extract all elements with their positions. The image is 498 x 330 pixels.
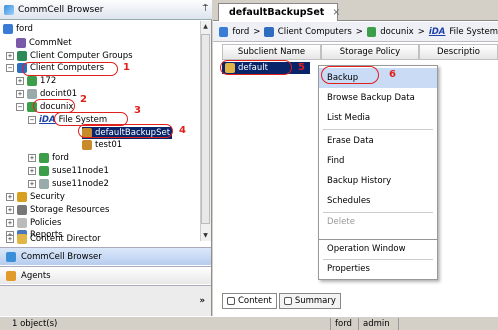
status-user: admin: [358, 318, 398, 330]
expand-icon[interactable]: +: [6, 193, 14, 201]
network-icon: [16, 38, 26, 48]
tab-default-backupset[interactable]: defaultBackupSet ×: [218, 3, 340, 21]
context-menu-lower: Operation Window Properties: [318, 240, 438, 280]
commcell-browser-header: CommCell Browser ⍑: [0, 0, 212, 20]
commserve-icon: [3, 24, 13, 34]
menu-item-backup-history[interactable]: Backup History: [319, 171, 437, 191]
menu-item-operation-window[interactable]: Operation Window: [319, 240, 437, 258]
client-icon: [39, 179, 49, 189]
more-chevron-icon[interactable]: »: [200, 296, 206, 306]
annotation-number-2: 2: [80, 94, 87, 105]
annotation-number-3: 3: [134, 105, 141, 116]
pin-icon[interactable]: ⍑: [203, 4, 208, 14]
folder-icon: [17, 234, 27, 244]
content-icon: [227, 297, 235, 305]
subclient-table-header: Subclient Name Storage Policy Descriptio: [213, 44, 498, 60]
menu-item-properties[interactable]: Properties: [319, 260, 437, 278]
menu-separator: [323, 129, 433, 130]
breadcrumb-docunix[interactable]: docunix: [380, 27, 413, 37]
expand-icon[interactable]: +: [6, 235, 14, 243]
annotation-circle-4: [78, 124, 173, 138]
annotation-number-1: 1: [123, 62, 130, 73]
status-object-count: 1 object(s): [12, 319, 58, 329]
tree-node-test01[interactable]: test01: [82, 139, 122, 151]
collapse-icon[interactable]: −: [6, 64, 14, 72]
menu-item-erase-data[interactable]: Erase Data: [319, 131, 437, 151]
menu-item-delete: Delete: [327, 217, 355, 227]
group-icon: [17, 51, 27, 61]
menu-item-browse-backup-data[interactable]: Browse Backup Data: [319, 88, 437, 108]
expand-icon[interactable]: +: [6, 206, 14, 214]
commcell-icon: [4, 4, 14, 15]
policies-icon: [17, 218, 27, 228]
expand-icon[interactable]: +: [6, 219, 14, 227]
breadcrumb-ford[interactable]: ford: [232, 27, 249, 37]
bottom-tabs: Content Summary: [222, 293, 342, 309]
collapse-icon[interactable]: −: [28, 116, 36, 124]
client-icon: [39, 153, 49, 163]
column-storage-policy[interactable]: Storage Policy: [321, 44, 419, 60]
expand-icon[interactable]: +: [28, 154, 36, 162]
client-icon: [39, 166, 49, 176]
expand-icon[interactable]: +: [28, 167, 36, 175]
client-icon: [366, 26, 377, 37]
security-icon: [17, 192, 27, 202]
tree-node-suse11node2[interactable]: + suse11node2: [28, 178, 109, 190]
tab-content[interactable]: Content: [222, 293, 277, 309]
storage-icon: [17, 205, 27, 215]
expand-icon[interactable]: +: [16, 77, 24, 85]
commserve-icon: [219, 26, 229, 37]
tree-node-policies[interactable]: + Policies: [6, 217, 61, 229]
commcell-icon: [6, 251, 16, 262]
nav-bar-more[interactable]: »: [0, 285, 211, 316]
menu-item-find[interactable]: Find: [319, 151, 437, 171]
tree-node-ford-client[interactable]: + ford: [28, 152, 69, 164]
annotation-circle-1: [22, 62, 118, 76]
tree-node-security[interactable]: + Security: [6, 191, 65, 203]
annotation-circle-5: [220, 60, 292, 75]
status-empty: [398, 318, 498, 330]
summary-icon: [283, 297, 292, 305]
computers-icon: [264, 26, 274, 37]
client-icon: [27, 76, 37, 86]
client-icon: [27, 89, 37, 99]
scroll-up-icon[interactable]: ▲: [200, 21, 211, 32]
scrollbar-thumb[interactable]: [201, 34, 210, 224]
tree-node-storage-resources[interactable]: + Storage Resources: [6, 204, 109, 216]
annotation-number-5: 5: [298, 62, 305, 73]
expand-icon[interactable]: +: [16, 90, 24, 98]
column-description[interactable]: Descriptio: [419, 44, 498, 60]
tree-node-suse11node1[interactable]: + suse11node1: [28, 165, 109, 177]
status-server: ford: [330, 318, 358, 330]
panel-title: CommCell Browser: [18, 4, 104, 15]
tree-node-172[interactable]: +172: [16, 75, 56, 87]
tab-summary[interactable]: Summary: [278, 293, 341, 309]
breadcrumb-client-computers[interactable]: Client Computers: [278, 27, 352, 37]
tree-node-commnet[interactable]: CommNet: [16, 37, 72, 49]
backupset-icon: [82, 140, 92, 150]
tree-node-ford[interactable]: ford: [3, 23, 33, 35]
tree-node-content-director[interactable]: + Content Director: [6, 233, 101, 245]
breadcrumb-file-system[interactable]: File System: [449, 27, 498, 37]
nav-bar-agents[interactable]: Agents: [0, 266, 211, 284]
scroll-down-icon[interactable]: ▼: [200, 230, 211, 241]
annotation-number-6: 6: [389, 69, 396, 80]
expand-icon[interactable]: +: [6, 52, 14, 60]
breadcrumb: ford > Client Computers > docunix > iDA …: [213, 22, 498, 42]
menu-item-list-media[interactable]: List Media: [319, 108, 437, 128]
annotation-number-4: 4: [179, 125, 186, 136]
annotation-circle-6: [321, 66, 379, 84]
agents-icon: [6, 270, 16, 281]
tree-node-client-groups[interactable]: + Client Computer Groups: [6, 50, 133, 62]
menu-item-schedules[interactable]: Schedules: [319, 191, 437, 211]
collapse-icon[interactable]: −: [16, 103, 24, 111]
annotation-circle-2: [33, 99, 75, 113]
nav-bar-commcell-browser[interactable]: CommCell Browser: [0, 247, 211, 265]
ida-icon: iDA: [428, 26, 446, 37]
column-subclient-name[interactable]: Subclient Name: [222, 44, 321, 60]
expand-icon[interactable]: +: [28, 180, 36, 188]
close-icon[interactable]: ×: [332, 7, 340, 18]
status-bar: 1 object(s) ford admin: [0, 316, 498, 330]
